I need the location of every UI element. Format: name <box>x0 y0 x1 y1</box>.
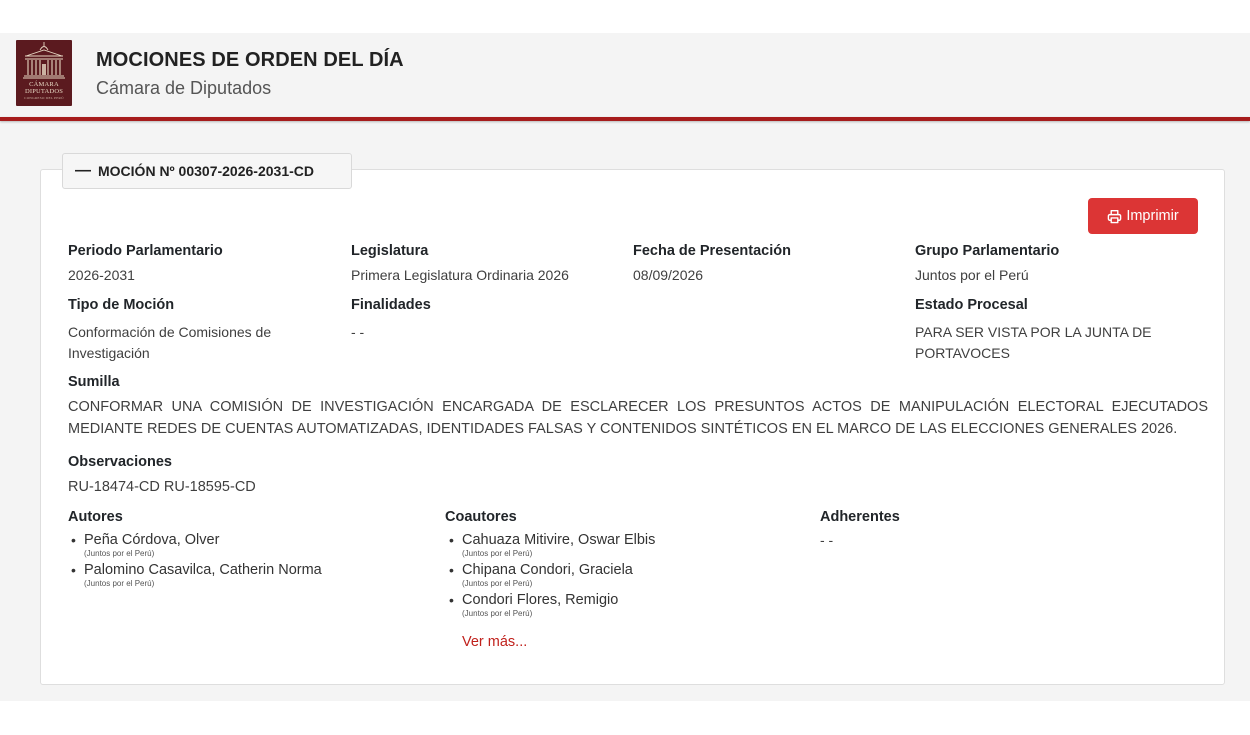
list-item: Cahuaza Mitivire, Oswar Elbis (Juntos po… <box>446 532 655 558</box>
motion-collapse-toggle[interactable]: — MOCIÓN Nº 00307-2026-2031-CD <box>62 153 352 189</box>
collapse-icon: — <box>75 162 91 179</box>
coauthor-name: Chipana Condori, Graciela <box>462 562 633 578</box>
estado-value-line2: PORTAVOCES <box>915 345 1010 361</box>
ver-mas-link[interactable]: Ver más... <box>462 634 527 650</box>
estado-label: Estado Procesal <box>915 297 1028 313</box>
observaciones-label: Observaciones <box>68 454 172 470</box>
legislatura-label: Legislatura <box>351 243 429 259</box>
header-accent-line <box>0 117 1250 121</box>
author-party: (Juntos por el Perú) <box>84 579 155 588</box>
list-item: Peña Córdova, Olver (Juntos por el Perú) <box>68 532 322 558</box>
app-title: MOCIONES DE ORDEN DEL DÍA <box>96 49 404 71</box>
congress-logo: CÁMARA DIPUTADOS CONGRESO DEL PERÚ <box>16 40 72 106</box>
observaciones-value: RU-18474-CD RU-18595-CD <box>68 479 256 495</box>
printer-icon <box>1108 209 1122 223</box>
coauthor-name: Cahuaza Mitivire, Oswar Elbis <box>462 532 656 548</box>
print-button-label: Imprimir <box>1126 208 1179 224</box>
print-button[interactable]: Imprimir <box>1088 198 1198 234</box>
logo-text-camara: CÁMARA <box>29 81 59 88</box>
congress-building-icon <box>23 42 65 79</box>
fecha-value: 08/09/2026 <box>633 267 704 283</box>
coauthor-name: Condori Flores, Remigio <box>462 592 619 608</box>
logo-text-congreso: CONGRESO DEL PERÚ <box>24 96 64 100</box>
app-header <box>0 33 1250 118</box>
periodo-label: Periodo Parlamentario <box>68 243 223 259</box>
author-party: (Juntos por el Perú) <box>84 549 155 558</box>
estado-value-line1: PARA SER VISTA POR LA JUNTA DE <box>915 324 1152 340</box>
coauthor-party: (Juntos por el Perú) <box>462 549 533 558</box>
grupo-value: Juntos por el Perú <box>915 267 1029 283</box>
periodo-value: 2026-2031 <box>68 267 135 283</box>
coautores-list: Cahuaza Mitivire, Oswar Elbis (Juntos po… <box>446 532 655 622</box>
list-item: Condori Flores, Remigio (Juntos por el P… <box>446 592 655 618</box>
tipo-value-line1: Conformación de Comisiones de <box>68 324 272 340</box>
author-name: Peña Córdova, Olver <box>84 532 220 548</box>
tipo-value-line2: Investigación <box>68 345 150 361</box>
list-item: Palomino Casavilca, Catherin Norma (Junt… <box>68 562 322 588</box>
finalidades-value: - - <box>351 324 365 340</box>
list-item: Chipana Condori, Graciela (Juntos por el… <box>446 562 655 588</box>
fecha-label: Fecha de Presentación <box>633 243 791 259</box>
autores-list: Peña Córdova, Olver (Juntos por el Perú)… <box>68 532 322 592</box>
adherentes-value: - - <box>820 532 834 548</box>
autores-label: Autores <box>68 509 123 525</box>
tipo-label: Tipo de Moción <box>68 297 175 313</box>
sumilla-label: Sumilla <box>68 374 120 390</box>
coauthor-party: (Juntos por el Perú) <box>462 579 533 588</box>
legislatura-value: Primera Legislatura Ordinaria 2026 <box>351 267 569 283</box>
author-name: Palomino Casavilca, Catherin Norma <box>84 562 322 578</box>
finalidades-label: Finalidades <box>351 297 431 313</box>
app-subtitle: Cámara de Diputados <box>96 78 272 98</box>
coauthor-party: (Juntos por el Perú) <box>462 609 533 618</box>
motion-number-title: MOCIÓN Nº 00307-2026-2031-CD <box>98 163 314 179</box>
coautores-label: Coautores <box>445 509 517 525</box>
adherentes-label: Adherentes <box>820 509 900 525</box>
logo-text-diputados: DIPUTADOS <box>24 88 64 95</box>
sumilla-value: CONFORMAR UNA COMISIÓN DE INVESTIGACIÓN … <box>68 399 1208 437</box>
grupo-label: Grupo Parlamentario <box>915 243 1060 259</box>
